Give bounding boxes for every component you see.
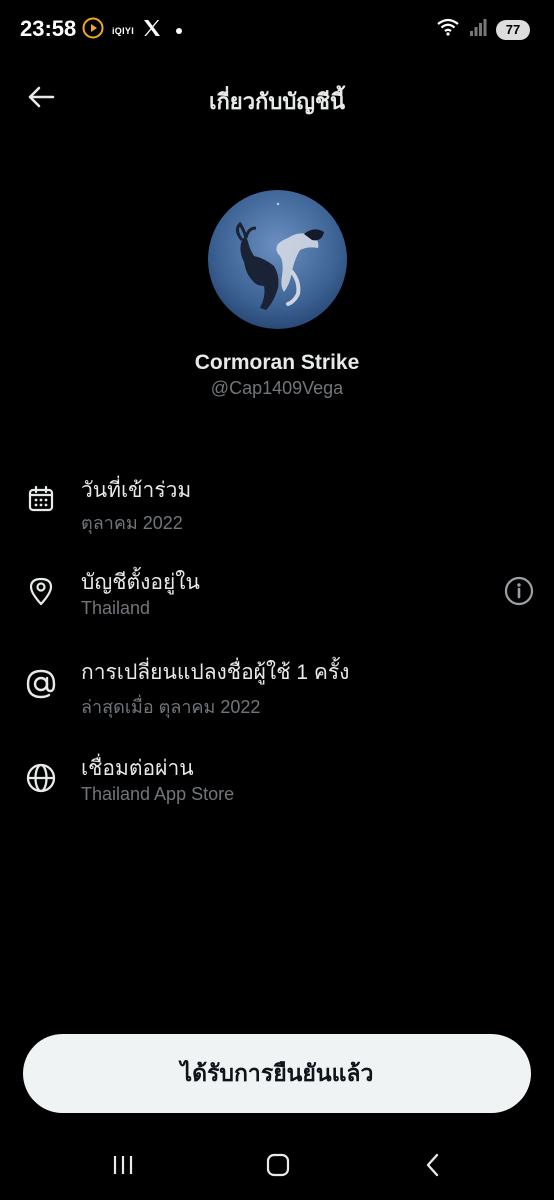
home-button[interactable]: [258, 1150, 298, 1180]
notification-icons: iQIYI: [82, 17, 183, 44]
nav-back-button[interactable]: [413, 1150, 453, 1180]
info-title: บัญชีตั้งอยู่ใน: [81, 571, 200, 594]
status-right-icons: 77: [436, 17, 530, 42]
iqiyi-logo: iQIYI: [112, 25, 135, 36]
home-icon: [266, 1153, 290, 1177]
system-nav-bar: [0, 1140, 554, 1190]
verified-button[interactable]: ได้รับการยืนยันแล้ว: [23, 1034, 531, 1113]
info-row-connected-via: เชื่อมต่อผ่าน Thailand App Store: [0, 746, 554, 816]
info-row-username-changes: การเปลี่ยนแปลงชื่อผู้ใช้ 1 ครั้ง ล่าสุดเ…: [0, 652, 554, 722]
info-subtitle: Thailand: [81, 598, 151, 618]
avatar: [208, 190, 347, 329]
chevron-left-icon: [426, 1153, 439, 1177]
wifi-icon: [436, 17, 460, 42]
info-title: การเปลี่ยนแปลงชื่อผู้ใช้ 1 ครั้ง: [81, 661, 350, 684]
play-icon: [82, 17, 104, 44]
display-name: Cormoran Strike: [194, 351, 360, 374]
username: @Cap1409Vega: [210, 378, 344, 398]
info-subtitle: Thailand App Store: [81, 784, 235, 804]
info-title: เชื่อมต่อผ่าน: [81, 757, 194, 780]
info-circle-icon: [504, 576, 534, 611]
location-pin-icon: [24, 574, 57, 607]
battery-indicator: 77: [496, 19, 530, 40]
page-title: เกี่ยวกับบัญชีนี้: [208, 89, 346, 114]
header: เกี่ยวกับบัญชีนี้: [0, 70, 554, 126]
info-title: วันที่เข้าร่วม: [81, 479, 192, 502]
x-logo-icon: [142, 18, 162, 43]
info-subtitle: ล่าสุดเมื่อ ตุลาคม 2022: [81, 697, 261, 717]
status-time: 23:58: [20, 16, 77, 41]
signal-icon: [468, 17, 488, 42]
info-detail-button[interactable]: [502, 576, 536, 610]
at-sign-icon: [24, 667, 57, 700]
calendar-icon: [24, 482, 57, 515]
info-row-location: บัญชีตั้งอยู่ใน Thailand: [0, 560, 554, 630]
info-row-join-date: วันที่เข้าร่วม ตุลาคม 2022: [0, 468, 554, 538]
notification-dot-icon: [176, 27, 183, 34]
info-subtitle: ตุลาคม 2022: [81, 513, 183, 533]
globe-icon: [24, 761, 57, 794]
recent-apps-icon: [113, 1156, 133, 1174]
status-bar: 23:58 iQIYI 77: [0, 0, 554, 58]
recent-apps-button[interactable]: [103, 1150, 143, 1180]
